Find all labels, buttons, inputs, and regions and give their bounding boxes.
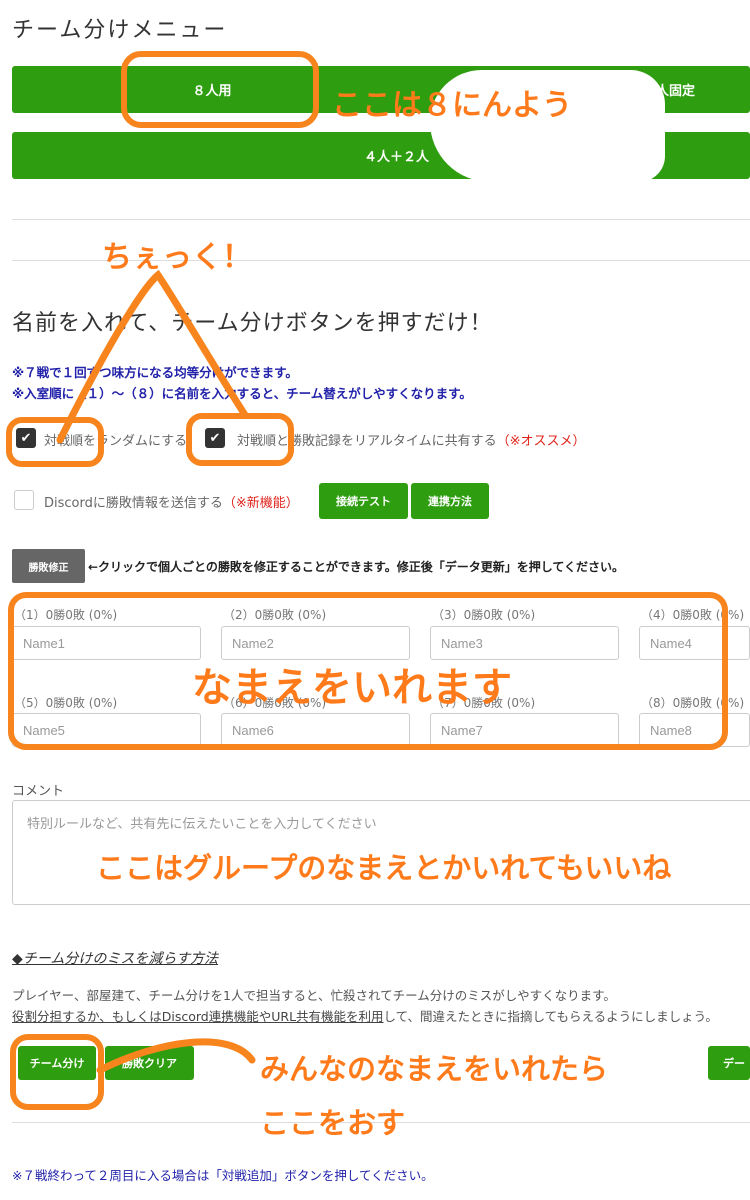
random-checkbox-highlight — [6, 417, 104, 467]
press-connector — [96, 1038, 256, 1074]
team-split-highlight — [10, 1034, 104, 1110]
names-annotation: なまえをいれます — [192, 665, 512, 711]
after-annotation: みんなのなまえをいれたら — [260, 1052, 609, 1086]
here-eight-annotation: ここは８にんよう — [332, 88, 572, 123]
share-checkbox-highlight — [186, 413, 294, 466]
group-annotation: ここはグループのなまえとかいれてもいいね — [96, 851, 672, 885]
eight-player-highlight — [121, 51, 319, 128]
check-annotation: ちぇっく！ — [102, 240, 252, 275]
press-annotation: ここをおす — [260, 1106, 406, 1140]
